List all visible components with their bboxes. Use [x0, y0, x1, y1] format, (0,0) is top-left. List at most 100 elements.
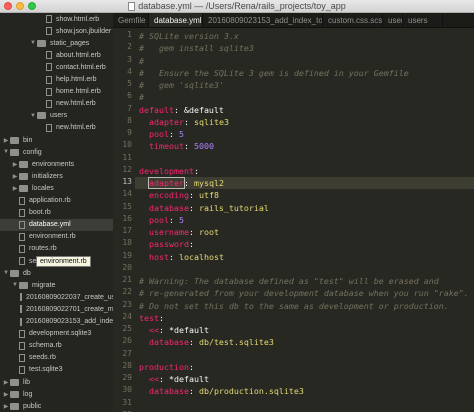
disclosure-down-icon[interactable]: ▼ [29, 40, 37, 46]
tab-file[interactable]: 20160809023153_add_index_to_users_e [203, 13, 323, 27]
code-line[interactable]: # Warning: The database defined as "test… [139, 275, 439, 287]
code-token: : [168, 129, 179, 139]
disclosure-down-icon[interactable]: ▼ [11, 282, 19, 288]
sidebar-folder[interactable]: ▶ lib [0, 376, 113, 388]
code-line[interactable]: encoding: utf8 [139, 189, 219, 201]
code-token: password [139, 239, 189, 250]
sidebar-file[interactable]: routes.rb [0, 243, 113, 255]
sidebar-file[interactable]: help.html.erb [0, 74, 113, 86]
disclosure-right-icon[interactable]: ▶ [2, 403, 10, 410]
sidebar-folder[interactable]: ▼ migrate [0, 279, 113, 291]
code-line[interactable]: pool: 5 [139, 214, 184, 226]
sidebar-file[interactable]: show.html.erb [0, 13, 113, 25]
sidebar-folder[interactable]: ▼ static_pages [0, 37, 113, 49]
code-line[interactable]: # Ensure the SQLite 3 gem is defined in … [139, 67, 409, 79]
window-title-text: database.yml — /Users/Rena/rails_project… [138, 1, 346, 11]
disclosure-down-icon[interactable]: ▼ [2, 270, 10, 276]
line-number: 2 [127, 42, 132, 52]
sidebar-file[interactable]: boot.rb [0, 207, 113, 219]
code-line[interactable]: host: localhost [139, 251, 224, 263]
code-line[interactable]: <<: *default [139, 373, 209, 385]
sidebar-item-label: db [23, 269, 31, 277]
disclosure-right-icon[interactable]: ▶ [11, 161, 19, 168]
disclosure-down-icon[interactable]: ▼ [2, 149, 10, 155]
code-line[interactable]: pool: 5 [139, 128, 184, 140]
code-line[interactable]: database: rails_tutorial [139, 202, 269, 214]
disclosure-right-icon[interactable]: ▶ [2, 391, 10, 398]
sidebar-folder[interactable]: ▼ config [0, 146, 113, 158]
folder-icon [19, 184, 28, 192]
folder-icon [10, 378, 19, 386]
sidebar-file[interactable]: 20160809023153_add_index_to_users_email.… [0, 316, 113, 328]
code-line[interactable]: # [139, 55, 144, 67]
sidebar-item-label: schema.rb [29, 342, 62, 350]
code-line[interactable]: test: [139, 312, 164, 324]
close-window-button[interactable] [4, 2, 12, 10]
sidebar-file[interactable]: about.html.erb [0, 49, 113, 61]
sidebar-file[interactable]: 20160809022037_create_users.rb [0, 291, 113, 303]
code-line[interactable]: <<: *default [139, 324, 209, 336]
sidebar-folder[interactable]: ▶ initializers [0, 170, 113, 182]
code-line[interactable]: # SQLite version 3.x [139, 30, 239, 42]
disclosure-right-icon[interactable]: ▶ [2, 379, 10, 386]
sidebar-file[interactable]: new.html.erb [0, 98, 113, 110]
code-line[interactable]: # gem install sqlite3 [139, 42, 254, 54]
sidebar-file[interactable]: contact.html.erb [0, 61, 113, 73]
tab-file[interactable]: users [403, 13, 443, 27]
sidebar-file[interactable]: application.rb [0, 195, 113, 207]
code-line[interactable]: timeout: 5000 [139, 140, 214, 152]
line-number: 13 [122, 177, 132, 186]
sidebar-file[interactable]: development.sqlite3 [0, 328, 113, 340]
sidebar-folder[interactable]: ▶ locales [0, 182, 113, 194]
code-token: database [139, 337, 189, 348]
file-icon [19, 353, 25, 362]
sidebar-folder[interactable]: ▶ environments [0, 158, 113, 170]
folder-icon [10, 148, 19, 156]
project-sidebar[interactable]: show.html.erb show.json.jbuilder ▼ static_p… [0, 13, 113, 412]
code-line[interactable]: adapter: sqlite3 [139, 116, 229, 128]
code-line[interactable]: database: db/test.sqlite3 [139, 336, 274, 348]
tab-file[interactable]: custom.css.scss [323, 13, 383, 27]
tab-file[interactable]: user.rb [383, 13, 403, 27]
code-line[interactable]: # re-generated from your development dat… [139, 287, 469, 299]
sidebar-file[interactable]: seeds.rb [0, 352, 113, 364]
code-line[interactable]: default: &default [139, 104, 224, 116]
sidebar-file[interactable]: show.json.jbuilder [0, 25, 113, 37]
zoom-window-button[interactable] [28, 2, 36, 10]
code-line[interactable]: production: [139, 361, 194, 373]
code-line[interactable]: # [139, 91, 144, 103]
sidebar-folder[interactable]: ▼ users [0, 110, 113, 122]
disclosure-right-icon[interactable]: ▶ [2, 137, 10, 144]
code-line[interactable]: development: [139, 165, 199, 177]
sidebar-folder[interactable]: ▶ public [0, 400, 113, 412]
sidebar-file[interactable]: new.html.erb [0, 122, 113, 134]
tab-active[interactable]: database.yml [149, 13, 203, 27]
code-line[interactable]: database: db/production.sqlite3 [139, 385, 304, 397]
disclosure-right-icon[interactable]: ▶ [11, 185, 19, 192]
folder-icon [19, 160, 28, 168]
code-line[interactable]: username: root [139, 226, 219, 238]
minimize-window-button[interactable] [16, 2, 24, 10]
sidebar-file[interactable]: test.sqlite3 [0, 364, 113, 376]
sidebar-folder[interactable]: ▶ bin [0, 134, 113, 146]
code-editor[interactable]: 1 2 3 4 5 6 7 8 9 10 11 12 13 14 15 16 17 18 19 20 21 22 23 24 2… [113, 28, 474, 412]
sidebar-folder[interactable]: ▼ db [0, 267, 113, 279]
sidebar-folder[interactable]: ▶ log [0, 388, 113, 400]
sidebar-file[interactable]: schema.rb [0, 340, 113, 352]
sidebar-file[interactable]: 20160809022701_create_microposts.rb [0, 303, 113, 315]
sidebar-item-label: 20160809022701_create_microposts.rb [26, 305, 113, 313]
code-line[interactable]: # gem 'sqlite3' [139, 79, 224, 91]
code-line[interactable]: # Do not set this db to the same as deve… [139, 300, 449, 312]
line-number: 12 [122, 164, 132, 174]
code-line[interactable]: password: [139, 238, 194, 250]
code-line[interactable]: adapter: mysql2 [139, 177, 224, 189]
sidebar-file[interactable]: home.html.erb [0, 86, 113, 98]
disclosure-right-icon[interactable]: ▶ [11, 173, 19, 180]
line-number: 1 [127, 30, 132, 39]
tab-file[interactable]: Gemfile [113, 13, 149, 27]
disclosure-down-icon[interactable]: ▼ [29, 113, 37, 119]
sidebar-file[interactable]: database.yml [0, 218, 113, 231]
sidebar-file[interactable]: environment.rb [0, 231, 113, 243]
folder-icon [10, 136, 19, 144]
